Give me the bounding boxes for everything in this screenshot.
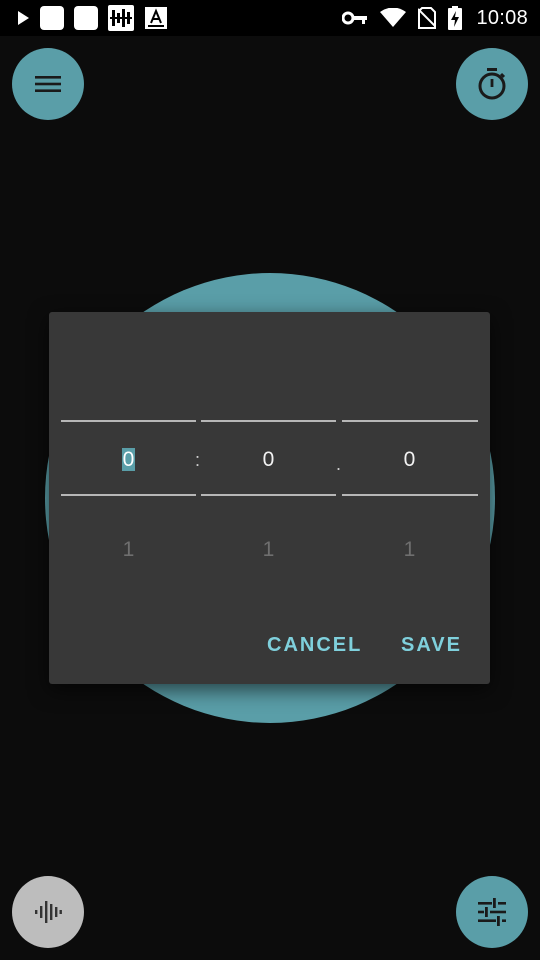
equalizer-app-icon: [108, 5, 134, 31]
dot-separator: .: [336, 454, 342, 474]
colon-separator: :: [195, 450, 201, 470]
seconds-next-value[interactable]: 1: [201, 537, 336, 563]
menu-icon: [35, 76, 61, 92]
status-time: 10:08: [476, 6, 528, 29]
play-icon: [18, 11, 29, 25]
vpn-key-icon: [342, 11, 368, 25]
waveform-button[interactable]: [12, 876, 84, 948]
cancel-button[interactable]: CANCEL: [267, 632, 362, 658]
minutes-picker[interactable]: 0 1: [61, 312, 196, 684]
stopwatch-icon: [478, 68, 506, 100]
minutes-next-value[interactable]: 1: [61, 537, 196, 563]
timer-button[interactable]: [456, 48, 528, 120]
status-bar-left: [16, 5, 168, 31]
notification-square-icon: [74, 6, 98, 30]
wifi-icon: [380, 8, 407, 27]
status-bar: 10:08: [0, 0, 540, 36]
app-screen: 10:08 0 1 : 0 1 . 0 1 CANCEL SAVE: [0, 0, 540, 960]
battery-charging-icon: [448, 6, 463, 30]
notification-square-icon: [40, 6, 64, 30]
tenths-picker[interactable]: 0 1: [342, 312, 477, 684]
status-bar-right: 10:08: [342, 5, 528, 31]
no-sim-icon: [418, 7, 437, 29]
seconds-picker[interactable]: 0 1: [201, 312, 336, 684]
settings-button[interactable]: [456, 876, 528, 948]
waveform-icon: [35, 901, 62, 923]
time-picker-dialog: 0 1 : 0 1 . 0 1 CANCEL SAVE: [49, 312, 490, 684]
seconds-current-value[interactable]: 0: [201, 447, 336, 473]
tune-sliders-icon: [478, 898, 506, 926]
font-app-icon: [145, 7, 167, 29]
save-button[interactable]: SAVE: [401, 632, 462, 658]
menu-button[interactable]: [12, 48, 84, 120]
minutes-current-value[interactable]: 0: [61, 447, 196, 473]
tenths-current-value[interactable]: 0: [342, 447, 477, 473]
tenths-next-value[interactable]: 1: [342, 537, 477, 563]
